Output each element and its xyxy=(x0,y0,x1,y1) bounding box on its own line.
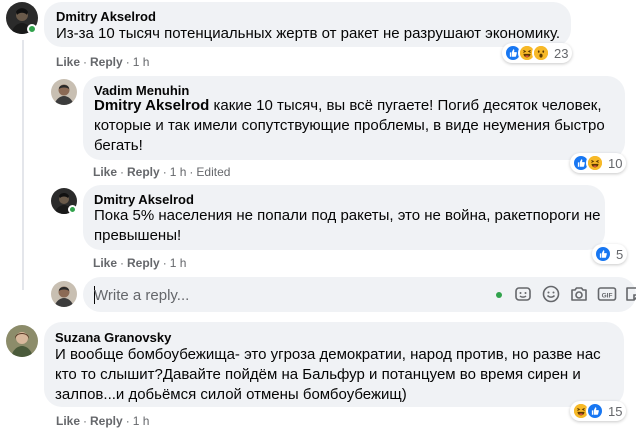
comment-time[interactable]: 1 h xyxy=(133,414,150,428)
smiley-icon[interactable] xyxy=(541,284,561,304)
comment-author[interactable]: Dmitry Akselrod xyxy=(94,192,194,207)
emoji-icon[interactable] xyxy=(513,284,533,304)
comment-text: Пока 5% населения не попали под ракеты, … xyxy=(94,206,604,246)
like-icon xyxy=(586,402,604,420)
reply-input[interactable] xyxy=(94,285,474,305)
thread-line xyxy=(22,40,24,290)
comment-bubble: Vadim Menuhin Dmitry Akselrod какие 10 т… xyxy=(83,76,625,160)
comment-author[interactable]: Suzana Granovsky xyxy=(55,330,171,345)
reaction-summary[interactable]: 10 xyxy=(570,153,627,173)
comment-text-line: Пока 5% населения не попали под ракеты, … xyxy=(94,207,601,224)
edited-label[interactable]: Edited xyxy=(196,165,230,179)
reaction-count: 15 xyxy=(608,403,623,419)
comment-time[interactable]: 1 h xyxy=(170,165,187,179)
comment-bubble: Dmitry Akselrod Пока 5% населения не поп… xyxy=(83,185,605,250)
haha-icon xyxy=(586,154,604,172)
comment-actions: Like · Reply · 1 h xyxy=(56,55,150,69)
wow-icon xyxy=(532,44,550,62)
comment-text: Dmitry Akselrod какие 10 тысяч, вы всё п… xyxy=(94,96,624,156)
comment-author[interactable]: Dmitry Akselrod xyxy=(56,9,156,24)
avatar[interactable] xyxy=(6,325,38,357)
online-status-icon xyxy=(27,24,37,34)
reply-button[interactable]: Reply xyxy=(90,414,123,428)
reaction-count: 23 xyxy=(554,45,569,61)
avatar xyxy=(51,281,77,307)
comment-actions: Like · Reply · 1 h · Edited xyxy=(93,165,231,179)
svg-text:GIF: GIF xyxy=(602,292,613,299)
sticker-icon[interactable] xyxy=(623,284,636,304)
like-button[interactable]: Like xyxy=(93,165,117,179)
camera-icon[interactable] xyxy=(569,284,589,304)
reaction-summary[interactable]: 15 xyxy=(570,401,627,421)
comment-text: И вообще бомбоубежища- это угроза демокр… xyxy=(55,345,621,405)
comment-text-line: И вообще бомбоубежища- это угроза демокр… xyxy=(55,346,601,363)
reply-button[interactable]: Reply xyxy=(127,165,160,179)
like-button[interactable]: Like xyxy=(93,256,117,270)
like-button[interactable]: Like xyxy=(56,55,80,69)
comment-text-line: какие 10 тысяч, вы всё пугаете! Погиб де… xyxy=(209,97,602,114)
comment-text-line: которые и так имели сопутствующие пробле… xyxy=(94,117,605,134)
gif-icon[interactable]: GIF xyxy=(597,284,617,304)
comment-bubble: Dmitry Akselrod Из-за 10 тысяч потенциал… xyxy=(44,2,571,47)
mention-link[interactable]: Dmitry Akselrod xyxy=(94,97,209,114)
reply-box[interactable]: GIF xyxy=(83,277,636,312)
reaction-count: 5 xyxy=(616,246,624,262)
comment-text-line: залпов...и добьёмся силой отмены бомбоуб… xyxy=(55,386,407,403)
reaction-summary[interactable]: 5 xyxy=(592,244,628,264)
comment-text-line: превышены! xyxy=(94,227,182,244)
comment-text-line: кто то слышит?Давайте пойдём на Бальфур … xyxy=(55,366,581,383)
comment-text-line: бегать! xyxy=(94,137,143,154)
comment-bubble: Suzana Granovsky И вообще бомбоубежища- … xyxy=(44,322,624,407)
like-button[interactable]: Like xyxy=(56,414,80,428)
comment-time[interactable]: 1 h xyxy=(170,256,187,270)
reaction-summary[interactable]: 23 xyxy=(502,43,573,63)
reply-button[interactable]: Reply xyxy=(90,55,123,69)
online-status-icon xyxy=(68,205,77,214)
comment-actions: Like · Reply · 1 h xyxy=(56,414,150,428)
sending-indicator-icon xyxy=(496,292,502,298)
avatar[interactable] xyxy=(51,79,77,105)
comment-text: Из-за 10 тысяч потенциальных жертв от ра… xyxy=(56,25,561,42)
comment-actions: Like · Reply · 1 h xyxy=(93,256,187,270)
reply-button[interactable]: Reply xyxy=(127,256,160,270)
comment-time[interactable]: 1 h xyxy=(133,55,150,69)
reaction-count: 10 xyxy=(608,155,623,171)
like-icon xyxy=(594,245,612,263)
